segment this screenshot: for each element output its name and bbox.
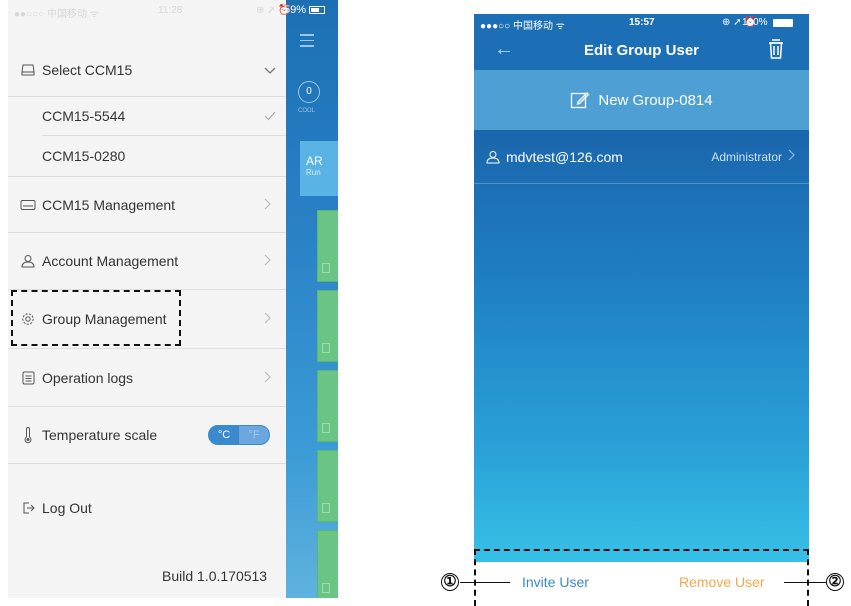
build-version: Build 1.0.170513 <box>162 568 268 584</box>
carrier-signal: ●●●○○ 中国移动 ᯤ <box>480 21 565 32</box>
fahrenheit-option[interactable]: °F <box>239 426 269 444</box>
battery-indicator: 59% <box>284 4 326 16</box>
user-role: Administrator <box>711 149 782 164</box>
divider <box>8 463 286 464</box>
battery-percent: 59% <box>284 4 307 16</box>
callout-2: ② <box>826 573 844 591</box>
ccm-item-5544[interactable]: CCM15-5544 <box>8 97 286 135</box>
user-list: mdvtest@126.com Administrator <box>474 130 809 562</box>
group-management-highlight <box>11 290 181 346</box>
chevron-right-icon <box>264 370 274 386</box>
temperature-unit-toggle[interactable]: °C °F <box>208 425 270 445</box>
checkmark-icon <box>264 108 276 124</box>
chevron-right-icon <box>264 197 274 213</box>
unit-card[interactable] <box>317 210 338 282</box>
menu-item-label: Operation logs <box>42 369 134 386</box>
callout-1: ① <box>441 573 459 591</box>
area-card-title: AR <box>306 154 323 168</box>
main-screen-peek[interactable]: 0 COOL AR Run <box>286 0 338 598</box>
group-name: New Group-0814 <box>598 91 713 109</box>
user-email: mdvtest@126.com <box>506 148 623 165</box>
right-phone-screen: ●●●○○ 中国移动 ᯤ 15:57 ⊕ ➚ ⏰ 100% ← Edit Gro… <box>474 14 809 606</box>
ccm-item-0280[interactable]: CCM15-0280 <box>8 136 286 176</box>
person-icon <box>486 150 500 164</box>
logout-label: Log Out <box>42 500 92 516</box>
hamburger-menu-icon[interactable] <box>300 34 314 51</box>
unit-card[interactable] <box>317 290 338 362</box>
monitor-icon <box>20 62 36 78</box>
mode-label: COOL <box>298 108 316 114</box>
mode-indicator: 0 <box>298 81 320 103</box>
chevron-right-icon <box>788 149 795 164</box>
callout-2-leader <box>784 582 826 583</box>
keyboard-icon <box>20 197 36 213</box>
logout-button[interactable]: Log Out <box>8 490 286 526</box>
chevron-right-icon <box>264 311 274 327</box>
celsius-option[interactable]: °C <box>209 426 239 444</box>
status-bar: ●●●○○ 中国移动 ᯤ 15:57 ⊕ ➚ ⏰ 100% <box>474 14 809 32</box>
status-bar: ●●○○○ 中国移动 ᯤ 11:28 ⊕ ➚ ⏰ 59% <box>8 0 338 22</box>
ccm-item-label: CCM15-0280 <box>42 148 126 164</box>
status-time: 11:28 <box>158 5 183 16</box>
page-title: Edit Group User <box>583 42 699 59</box>
unit-card[interactable] <box>317 530 338 598</box>
chevron-down-icon <box>264 62 276 78</box>
list-item[interactable]: mdvtest@126.com Administrator <box>474 130 809 184</box>
menu-item-label: Account Management <box>42 253 179 269</box>
group-name-banner[interactable]: New Group-0814 <box>474 70 809 130</box>
status-time: 15:57 <box>629 17 655 28</box>
battery-icon <box>309 6 326 14</box>
document-icon <box>20 370 36 386</box>
ccm-item-label: CCM15-5544 <box>42 108 126 124</box>
menu-item-ccm15-management[interactable]: CCM15 Management <box>8 177 286 232</box>
area-card-sub: Run <box>306 168 321 177</box>
chevron-right-icon <box>264 253 274 269</box>
edit-icon <box>570 90 590 110</box>
select-ccm15-header[interactable]: Select CCM15 <box>8 52 286 88</box>
battery-percent: 100% <box>742 17 768 28</box>
footer-actions-highlight <box>474 549 809 606</box>
nav-header: ●●●○○ 中国移动 ᯤ 15:57 ⊕ ➚ ⏰ 100% ← Edit Gro… <box>474 14 809 70</box>
menu-item-account-management[interactable]: Account Management <box>8 233 286 289</box>
select-ccm15-label: Select CCM15 <box>42 62 133 78</box>
menu-item-operation-logs[interactable]: Operation logs <box>8 349 286 406</box>
area-card-header[interactable]: AR Run <box>300 141 338 196</box>
thermometer-icon <box>20 427 36 443</box>
battery-icon <box>773 19 793 27</box>
logout-icon <box>20 500 36 516</box>
menu-item-label: CCM15 Management <box>42 196 176 213</box>
callout-1-leader <box>460 582 510 583</box>
carrier-signal: ●●○○○ 中国移动 ᯤ <box>14 9 99 20</box>
unit-card[interactable] <box>317 450 338 522</box>
trash-icon[interactable] <box>766 37 786 61</box>
unit-card[interactable] <box>317 370 338 442</box>
person-icon <box>20 253 36 269</box>
